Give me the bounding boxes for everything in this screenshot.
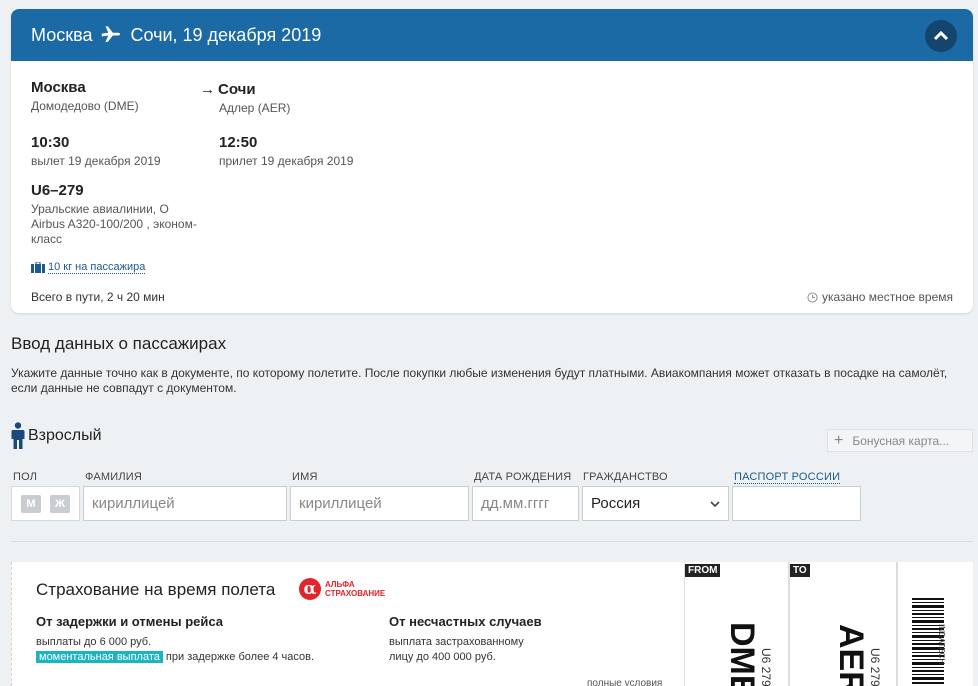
arrival-time: 12:50 bbox=[219, 134, 258, 151]
delay-text: выплаты до 6 000 руб. моментальная выпла… bbox=[36, 635, 314, 665]
citizenship-select[interactable]: Россия bbox=[582, 486, 729, 521]
surname-label: ФАМИЛИЯ bbox=[85, 471, 142, 483]
arrival-date: прилет 19 декабря 2019 bbox=[219, 154, 354, 168]
luggage-icon bbox=[31, 262, 45, 273]
name-input[interactable] bbox=[290, 486, 469, 521]
clock-icon bbox=[807, 291, 818, 303]
alfa-logo-line-2: СТРАХОВАНИЕ bbox=[325, 589, 386, 598]
chevron-up-icon bbox=[933, 30, 949, 41]
divider bbox=[11, 541, 973, 542]
collapse-button[interactable] bbox=[925, 20, 957, 52]
name-label: ИМЯ bbox=[292, 471, 318, 483]
delay-text-1: выплаты до 6 000 руб. bbox=[36, 636, 152, 648]
ticket-from-code: DME bbox=[723, 622, 761, 686]
local-time-note: указано местное время bbox=[807, 290, 953, 304]
ticket-to-tag: TO bbox=[790, 564, 810, 577]
ticket-from-flight: U6 279 bbox=[759, 648, 773, 686]
citizenship-label: ГРАЖДАНСТВО bbox=[583, 471, 668, 483]
passengers-notice: Укажите данные точно как в документе, по… bbox=[11, 366, 948, 395]
plus-icon: + bbox=[834, 431, 844, 449]
insurance-title: Страхование на время полета bbox=[36, 580, 276, 599]
header-origin: Москва bbox=[31, 24, 93, 45]
flight-info-block: U6–279 Уральские авиалинии, О Airbus A32… bbox=[31, 182, 211, 247]
insurance-panel: Страхование на время полета α АЛЬФА СТРА… bbox=[11, 562, 973, 686]
departure-city: Москва bbox=[31, 79, 86, 96]
arrival-city: Сочи bbox=[218, 81, 256, 98]
passengers-title: Ввод данных о пассажирах bbox=[11, 334, 227, 353]
surname-input[interactable] bbox=[83, 486, 287, 521]
accident-title: От несчастных случаев bbox=[389, 614, 542, 629]
alfa-mark-icon: α bbox=[299, 578, 321, 600]
adult-label: Взрослый bbox=[28, 426, 102, 444]
passport-input[interactable] bbox=[732, 486, 861, 521]
arrival-block: → Сочи Адлер (AER) bbox=[200, 81, 290, 116]
barcode: INDATECH bbox=[897, 562, 973, 686]
flight-number: U6–279 bbox=[31, 182, 84, 199]
bonus-card-label: Бонусная карта... bbox=[852, 433, 950, 448]
airline-line-1: Уральские авиалинии, О bbox=[31, 202, 169, 216]
accident-text-2: лицу до 400 000 руб. bbox=[389, 651, 496, 663]
total-travel-time: Всего в пути, 2 ч 20 мин bbox=[31, 290, 165, 304]
gender-female-button[interactable]: Ж bbox=[50, 494, 70, 513]
flight-card: Москва Сочи, 19 декабря 2019 Москва Домо… bbox=[11, 9, 973, 313]
citizenship-value: Россия bbox=[591, 495, 641, 512]
ticket-from: FROM DME U6 279 bbox=[684, 562, 789, 686]
plane-icon bbox=[102, 26, 121, 42]
ticket-to-code: AER bbox=[832, 624, 870, 686]
local-time-text: указано местное время bbox=[821, 290, 953, 304]
delay-text-2: при задержке более 4 часов. bbox=[165, 651, 315, 663]
instant-payout-badge: моментальная выплата bbox=[36, 651, 163, 663]
airline-line-2: Airbus A320-100/200 , эконом- bbox=[31, 217, 197, 231]
birthdate-input[interactable] bbox=[472, 486, 579, 521]
flight-header[interactable]: Москва Сочи, 19 декабря 2019 bbox=[11, 9, 973, 61]
adult-header: Взрослый bbox=[11, 422, 102, 449]
person-icon bbox=[11, 422, 25, 449]
gender-selector: М Ж bbox=[11, 486, 80, 521]
insurance-conditions-link[interactable]: полные условия bbox=[587, 678, 662, 686]
arrival-time-block: 12:50 прилет 19 декабря 2019 bbox=[219, 134, 353, 169]
delay-title: От задержки и отмены рейса bbox=[36, 614, 223, 629]
ticket-to: TO AER U6 279 bbox=[789, 562, 897, 686]
accident-text-1: выплата застрахованному bbox=[389, 636, 524, 648]
header-destination-date: Сочи, 19 декабря 2019 bbox=[130, 24, 322, 45]
airline-line-3: класс bbox=[31, 232, 63, 246]
gender-male-button[interactable]: М bbox=[21, 494, 41, 513]
insurance-info: Страхование на время полета α АЛЬФА СТРА… bbox=[11, 562, 683, 686]
birthdate-label: ДАТА РОЖДЕНИЯ bbox=[474, 471, 572, 483]
barcode-text: INDATECH bbox=[937, 624, 946, 665]
arrival-airport: Адлер (AER) bbox=[219, 101, 291, 115]
baggage-link[interactable]: 10 кг на пассажира bbox=[31, 261, 146, 274]
flight-details: Москва Домодедово (DME) → Сочи Адлер (AE… bbox=[11, 61, 973, 313]
ticket-to-flight: U6 279 bbox=[868, 648, 882, 686]
departure-block: Москва Домодедово (DME) bbox=[31, 79, 139, 114]
departure-date: вылет 19 декабря 2019 bbox=[31, 154, 161, 168]
accident-text: выплата застрахованному лицу до 400 000 … bbox=[389, 635, 524, 665]
ticket-from-tag: FROM bbox=[685, 564, 721, 577]
gender-label: ПОЛ bbox=[13, 471, 38, 483]
alfa-logo: α АЛЬФА СТРАХОВАНИЕ bbox=[299, 578, 385, 600]
chevron-down-icon bbox=[710, 500, 720, 507]
baggage-text: 10 кг на пассажира bbox=[48, 261, 146, 274]
departure-airport: Домодедово (DME) bbox=[31, 99, 139, 113]
arrow-icon: → bbox=[200, 81, 215, 98]
alfa-logo-line-1: АЛЬФА bbox=[325, 580, 355, 589]
passport-label-link[interactable]: ПАСПОРТ РОССИИ bbox=[734, 471, 841, 484]
departure-time-block: 10:30 вылет 19 декабря 2019 bbox=[31, 134, 161, 169]
departure-time: 10:30 bbox=[31, 134, 70, 151]
bonus-card-button[interactable]: + Бонусная карта... bbox=[827, 429, 973, 452]
